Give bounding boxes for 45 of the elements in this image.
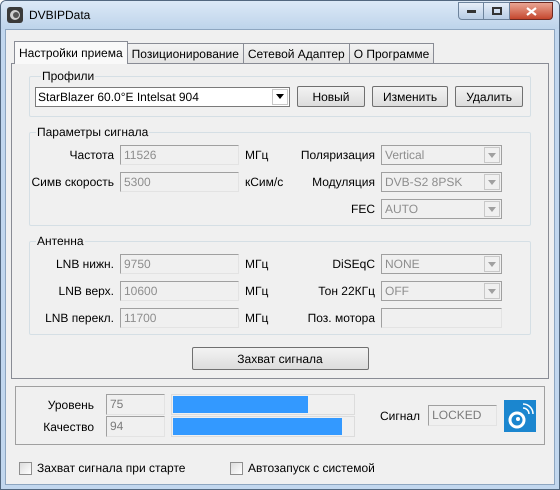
- minimize-button[interactable]: [458, 2, 484, 20]
- close-icon: [526, 6, 536, 16]
- profile-button[interactable]: Новый: [297, 86, 365, 107]
- unit-label: кСим/с: [245, 174, 284, 191]
- field-label: Поз. мотора: [306, 310, 375, 327]
- field-label: LNB перекл.: [44, 310, 114, 327]
- field-label: LNB нижн.: [55, 256, 114, 273]
- option-checkbox[interactable]: Захват сигнала при старте: [19, 459, 219, 477]
- group-title: Антенна: [36, 233, 85, 250]
- unit-label: МГц: [245, 256, 270, 273]
- signal-label: Сигнал: [380, 408, 420, 424]
- meter-value-field: 94: [106, 416, 165, 437]
- meter-value-field: 75: [106, 394, 165, 415]
- meter-label: Качество: [42, 418, 94, 436]
- meter-label: Уровень: [46, 396, 94, 414]
- field-label: Тон 22КГц: [317, 283, 375, 300]
- window-title: DVBIPData: [29, 7, 90, 24]
- field-label: Модуляция: [311, 174, 375, 191]
- unit-label: МГц: [245, 283, 270, 300]
- maximize-icon: [492, 7, 502, 15]
- field-label: Симв скорость: [30, 174, 114, 191]
- group-title: Параметры сигнала: [36, 124, 150, 141]
- signal-status-field: LOCKED: [428, 405, 498, 426]
- tab[interactable]: О Программе: [348, 43, 434, 63]
- field-label: Поляризация: [300, 147, 375, 164]
- satellite-dish-icon: [504, 400, 536, 432]
- capture-signal-button[interactable]: Захват сигнала: [192, 347, 368, 370]
- unit-label: МГц: [245, 310, 270, 327]
- field-label: DiSEqC: [331, 256, 375, 273]
- option-checkbox[interactable]: Автозапуск с системой: [230, 459, 375, 477]
- field-label: FEC: [350, 201, 375, 218]
- tab[interactable]: Настройки приема: [14, 41, 128, 64]
- profile-button[interactable]: Удалить: [455, 86, 524, 107]
- tab[interactable]: Позиционирование: [126, 43, 244, 63]
- field-label: LNB верх.: [58, 283, 114, 300]
- minimize-icon: [466, 10, 476, 12]
- close-button[interactable]: [510, 2, 553, 20]
- profile-dropdown[interactable]: StarBlazer 60.0°E Intelsat 904: [35, 86, 290, 106]
- tab[interactable]: Сетевой Адаптер: [242, 43, 350, 63]
- field-label: Частота: [68, 147, 114, 164]
- maximize-button[interactable]: [484, 2, 510, 20]
- unit-label: МГц: [245, 147, 270, 164]
- app-icon: [7, 7, 23, 23]
- profile-button[interactable]: Изменить: [372, 86, 448, 107]
- group-title: Профили: [41, 68, 96, 85]
